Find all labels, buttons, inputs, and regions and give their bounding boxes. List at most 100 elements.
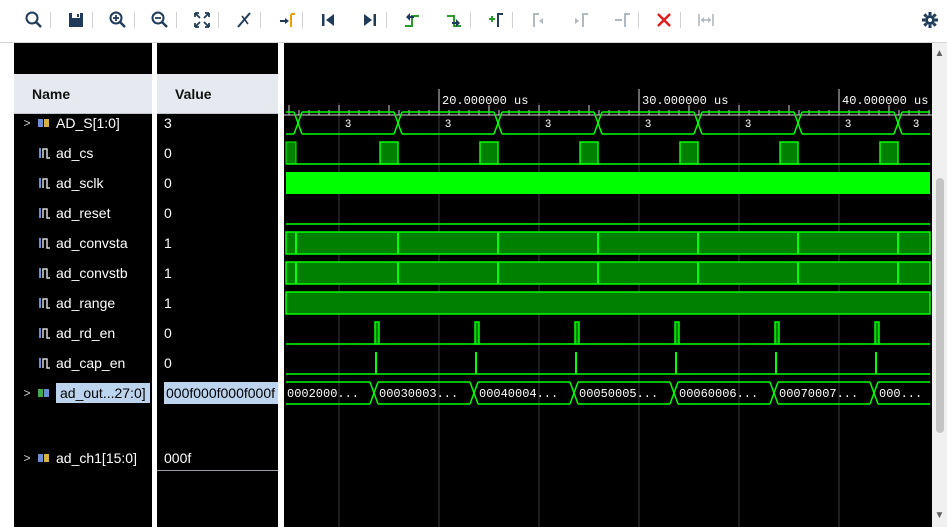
signal-value-selected: 000f000f000f000f [157, 378, 278, 408]
bus-value-label: 00040004... [479, 387, 558, 401]
signal-name: ad_convsta [56, 235, 128, 251]
scrollbar-thumb[interactable] [936, 178, 944, 433]
zoom-fit-button[interactable] [188, 6, 216, 34]
swap-cursors-button[interactable] [608, 6, 636, 34]
go-to-cursor-button[interactable] [272, 6, 300, 34]
pulse [285, 141, 297, 165]
signal-value: 0 [164, 325, 172, 341]
bus-signal-icon [38, 387, 54, 399]
bus-value-label: 00050005... [579, 387, 658, 401]
snap-to-transition-button[interactable] [692, 6, 720, 34]
pulse [479, 141, 499, 165]
settings-icon [922, 12, 938, 28]
bus-value-label: 3 [545, 119, 552, 131]
signal-name: ad_sclk [56, 175, 104, 191]
signal-value: 1 [164, 265, 172, 281]
pulse [474, 321, 480, 345]
high-band [285, 261, 931, 285]
vertical-scrollbar[interactable]: ▲ ▼ [932, 43, 947, 527]
go-to-time-zero-icon [322, 14, 334, 26]
previous-marker-button[interactable] [524, 6, 552, 34]
pulse [574, 321, 580, 345]
delete-button[interactable] [650, 6, 678, 34]
signal-row-ad_rd_en[interactable]: ad_rd_en [14, 318, 152, 348]
expand-chevron-icon[interactable]: > [20, 386, 34, 400]
bus-signal-icon [38, 452, 54, 464]
signal-name: ad_ch1[15:0] [56, 450, 137, 466]
signal-value: 0 [164, 205, 172, 221]
signal-row-ad_ch1[interactable]: > ad_ch1[15:0] [14, 443, 152, 473]
value-divider [157, 470, 278, 471]
next-marker-button[interactable] [566, 6, 594, 34]
time-label-40us: 40.000000 us [842, 94, 928, 108]
cursor-to-transition-icon [237, 12, 251, 28]
signal-row-ad_cap_en[interactable]: ad_cap_en [14, 348, 152, 378]
zoom-in-button[interactable] [104, 6, 132, 34]
signal-name: ad_reset [56, 205, 111, 221]
pulse [579, 141, 599, 165]
scroll-down-icon[interactable]: ▼ [934, 511, 945, 521]
high-band [285, 291, 931, 315]
go-to-last-time-button[interactable] [356, 6, 384, 34]
bit-signal-icon [38, 236, 54, 250]
bit-signal-icon [38, 206, 54, 220]
signal-name-column: Name > AD_S[1:0] ad_cs ad_sclk ad_reset … [14, 43, 152, 527]
search-button[interactable] [20, 6, 48, 34]
zoom-to-cursor-button[interactable] [230, 6, 258, 34]
go-to-cursor-icon [280, 13, 295, 27]
high-band [285, 231, 931, 255]
signal-name: ad_rd_en [56, 325, 116, 341]
save-button[interactable] [62, 6, 90, 34]
signal-name: ad_cap_en [56, 355, 126, 371]
signal-value-column: Value 3 0 0 0 1 1 1 0 0 000f000f000f000f… [157, 43, 278, 527]
bit-signal-icon [38, 326, 54, 340]
signal-row-ad_convstb[interactable]: ad_convstb [14, 258, 152, 288]
bus-value-label: 3 [645, 119, 652, 131]
signal-row-ad_convsta[interactable]: ad_convsta [14, 228, 152, 258]
signal-value: 1 [164, 235, 172, 251]
signal-row-ad_out[interactable]: > ad_out...27:0] [14, 378, 152, 408]
signal-value: 1 [164, 295, 172, 311]
scroll-up-icon[interactable]: ▲ [934, 49, 945, 59]
bit-signal-icon [38, 146, 54, 160]
pulse [774, 321, 780, 345]
next-marker-icon [575, 13, 588, 27]
signal-row-ad_range[interactable]: ad_range [14, 288, 152, 318]
expand-chevron-icon[interactable]: > [20, 116, 34, 130]
signal-row-AD_S[interactable]: > AD_S[1:0] [14, 108, 152, 138]
signal-name: AD_S[1:0] [56, 115, 120, 131]
left-margin [0, 43, 14, 527]
signal-row-ad_reset[interactable]: ad_reset [14, 198, 152, 228]
next-transition-button[interactable] [440, 6, 468, 34]
bus-value-label: 0002000... [287, 387, 359, 401]
add-marker-icon [489, 13, 503, 27]
bit-signal-icon [38, 266, 54, 280]
signal-row-ad_cs[interactable]: ad_cs [14, 138, 152, 168]
zoom-in-icon [109, 11, 126, 28]
previous-transition-button[interactable] [398, 6, 426, 34]
zoom-out-button[interactable] [146, 6, 174, 34]
pulse [779, 141, 799, 165]
expand-chevron-icon[interactable]: > [20, 451, 34, 465]
bus-value-label: 00070007... [779, 387, 858, 401]
bus-value-label: 3 [845, 119, 852, 131]
signal-name: ad_range [56, 295, 116, 311]
signal-name: ad_cs [56, 145, 94, 161]
settings-button[interactable] [916, 6, 944, 34]
name-header-label: Name [32, 85, 71, 102]
add-marker-button[interactable] [482, 6, 510, 34]
signal-row-ad_sclk[interactable]: ad_sclk [14, 168, 152, 198]
signal-name: ad_out...27:0] [56, 383, 150, 403]
go-to-time-zero-button[interactable] [314, 6, 342, 34]
zoom-out-icon [151, 11, 168, 28]
pulse [679, 141, 699, 165]
previous-transition-icon [405, 13, 419, 27]
time-ruler: 20.000000 us 30.000000 us 40.000000 us [284, 89, 932, 116]
waveform-area[interactable]: 20.000000 us 30.000000 us 40.000000 us 3… [284, 43, 932, 527]
signal-value: 000f [164, 450, 192, 466]
swap-cursors-icon [615, 13, 630, 27]
signal-name: ad_convstb [56, 265, 128, 281]
bus-value-label: 3 [345, 119, 352, 131]
zoom-fit-icon [194, 12, 210, 28]
search-icon [25, 11, 42, 28]
